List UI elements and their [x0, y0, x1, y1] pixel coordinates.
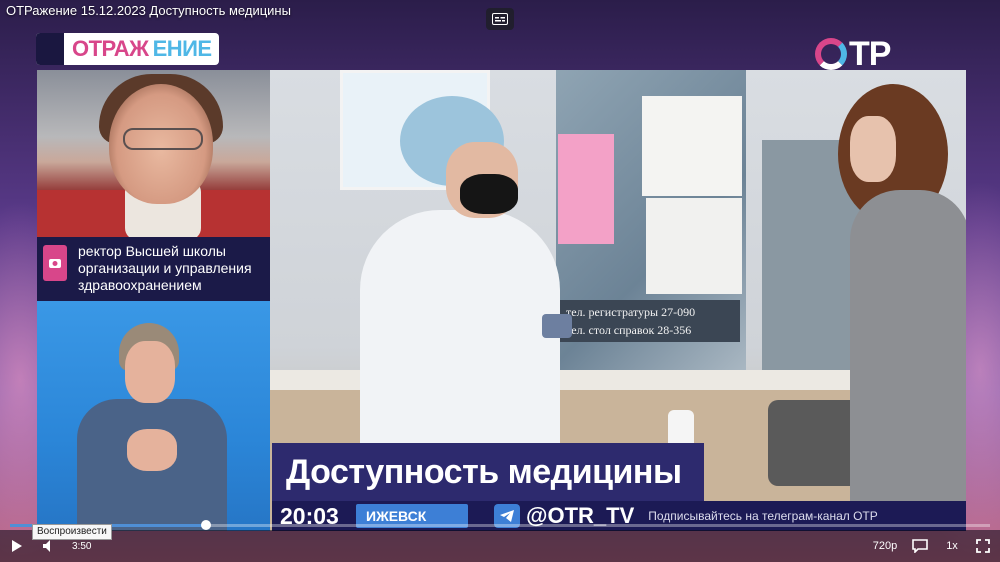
speed-button[interactable]: 1x	[944, 536, 960, 556]
fullscreen-button[interactable]	[974, 536, 992, 556]
play-button[interactable]	[8, 536, 26, 556]
subtitles-button[interactable]	[910, 536, 930, 556]
program-logo-text-a: ОТРАЖ	[72, 36, 149, 61]
lower-third-title: Доступность медицины	[272, 443, 704, 501]
sign-language-video	[37, 301, 270, 531]
volume-icon	[43, 540, 50, 552]
guest-video	[37, 70, 270, 237]
progress-bar[interactable]	[10, 520, 990, 530]
camera-icon	[43, 245, 67, 281]
video-player[interactable]: ОТРажение 15.12.2023 Доступность медицин…	[0, 0, 1000, 562]
program-logo: ОТРАЖ ЕНИЕ	[36, 33, 219, 65]
registry-sign-line: тел. стол справок 28-356	[566, 323, 692, 337]
channel-logo-text: ТР	[849, 34, 891, 73]
cc-icon	[912, 539, 928, 553]
video-title: ОТРажение 15.12.2023 Доступность медицин…	[6, 3, 291, 18]
lower-third-title-text: Доступность медицины	[286, 452, 682, 491]
telegram-text: Подписывайтесь на телеграм-канал ОТР	[648, 509, 878, 523]
guest-caption-panel: ректор Высшей школы организации и управл…	[37, 237, 270, 301]
play-tooltip: Воспроизвести	[32, 524, 112, 540]
registry-sign-line: тел. регистратуры 27-090	[566, 305, 696, 319]
program-logo-text-b: ЕНИЕ	[152, 36, 213, 61]
registry-sign: тел. регистратуры 27-090 тел. стол справ…	[560, 300, 740, 342]
fullscreen-icon	[976, 539, 990, 553]
captions-button[interactable]	[486, 8, 514, 30]
quality-button[interactable]: 720p	[872, 536, 898, 556]
guest-caption: ректор Высшей школы организации и управл…	[78, 243, 252, 293]
channel-logo: ТР	[815, 34, 891, 73]
progress-handle[interactable]	[201, 520, 211, 530]
captions-icon	[492, 13, 508, 25]
player-controls: 3:50 720p 1x	[0, 530, 1000, 562]
play-icon	[12, 540, 22, 552]
